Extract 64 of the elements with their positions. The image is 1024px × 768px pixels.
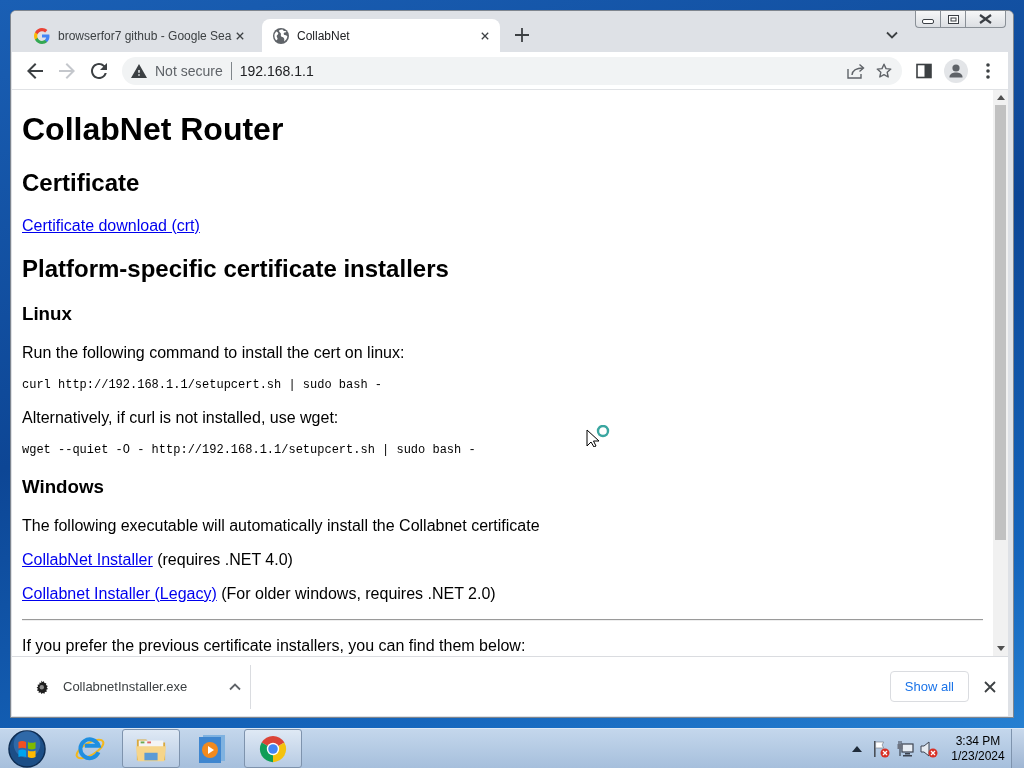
network-icon (896, 739, 914, 758)
browser-tab[interactable]: browserfor7 github - Google Sea (20, 19, 255, 52)
paragraph-text: Run the following command to install the cert on linux: (22, 343, 405, 361)
subsection-heading: Linux (22, 303, 73, 325)
browser-tab[interactable]: CollabNet (262, 19, 500, 52)
taskbar-app-button[interactable] (122, 729, 180, 768)
back-arrow-icon (27, 62, 43, 79)
more-vertical-icon (986, 62, 990, 79)
app-icon (35, 678, 51, 695)
installer-link[interactable]: Collabnet Installer (Legacy) (22, 584, 217, 602)
requirement-note: (For older windows, requires .NET 2.0) (221, 584, 496, 602)
reload-icon (91, 62, 107, 79)
minimize-button[interactable] (915, 11, 940, 28)
minimize-icon (922, 19, 934, 24)
side-panel-icon (916, 62, 932, 79)
download-item[interactable]: CollabnetInstaller.exe (12, 657, 250, 716)
close-icon (481, 31, 489, 40)
section-heading: Platform-specific certificate installers (22, 255, 450, 283)
plus-icon (515, 28, 529, 42)
profile-button[interactable] (942, 56, 970, 85)
paragraph-text: Alternatively, if curl is not installed, use wget: (22, 408, 339, 426)
forward-arrow-icon (59, 62, 75, 79)
chevron-down-icon (886, 31, 898, 39)
installer-link[interactable]: CollabNet Installer (22, 550, 153, 568)
share-icon (847, 62, 865, 79)
muted-speaker-icon (920, 739, 938, 758)
close-icon (984, 680, 996, 693)
requirement-note: (requires .NET 4.0) (157, 550, 293, 568)
scroll-down-arrow-icon[interactable] (996, 646, 1005, 651)
subsection-heading: Windows (22, 476, 105, 498)
play-icon (196, 733, 228, 764)
close-icon (979, 14, 992, 24)
scrollbar-track[interactable] (993, 90, 1008, 656)
busy-cursor-icon (586, 425, 612, 447)
g-logo-icon (34, 27, 50, 44)
warning-icon (131, 63, 147, 78)
paragraph-text: The following executable will automatically install the Collabnet certificate (22, 516, 540, 534)
tray-clock[interactable]: 3:34 PM 1/23/2024 (948, 733, 1008, 764)
globe-icon (273, 27, 289, 44)
browser-logo-icon (257, 733, 289, 764)
scroll-up-arrow-icon[interactable] (996, 95, 1005, 100)
up-arrow-icon (852, 745, 862, 752)
security-label[interactable]: Not secure (155, 62, 223, 79)
flag-error-icon (872, 739, 890, 758)
window-close-button[interactable] (965, 11, 1006, 28)
maximize-icon (947, 14, 959, 24)
close-icon (236, 31, 244, 40)
start-orb-icon (8, 729, 46, 768)
section-heading: Certificate (22, 169, 141, 197)
show-all-button[interactable]: Show all (889, 671, 969, 702)
address-bar[interactable]: Not secure 192.168.1.1 (122, 56, 902, 85)
caret-up-icon (229, 682, 241, 691)
taskbar-app-button[interactable] (244, 729, 302, 768)
scrollbar-thumb[interactable] (995, 105, 1006, 540)
download-link[interactable]: Certificate download (crt) (22, 217, 200, 234)
start-button[interactable] (5, 728, 49, 768)
star-icon (876, 62, 892, 79)
page-heading: CollabNet Router (22, 111, 285, 148)
code-line: curl http://192.168.1.1/setupcert.sh | sudo bash - (22, 377, 383, 392)
avatar-icon (944, 58, 968, 83)
code-line: wget --quiet -O - http://192.168.1.1/setupcert.sh | sudo bash - (22, 442, 476, 457)
url-text[interactable]: 192.168.1.1 (239, 62, 314, 79)
paragraph-text: If you prefer the previous certificate installers, you can find them below: (22, 636, 526, 654)
maximize-button[interactable] (940, 11, 965, 28)
